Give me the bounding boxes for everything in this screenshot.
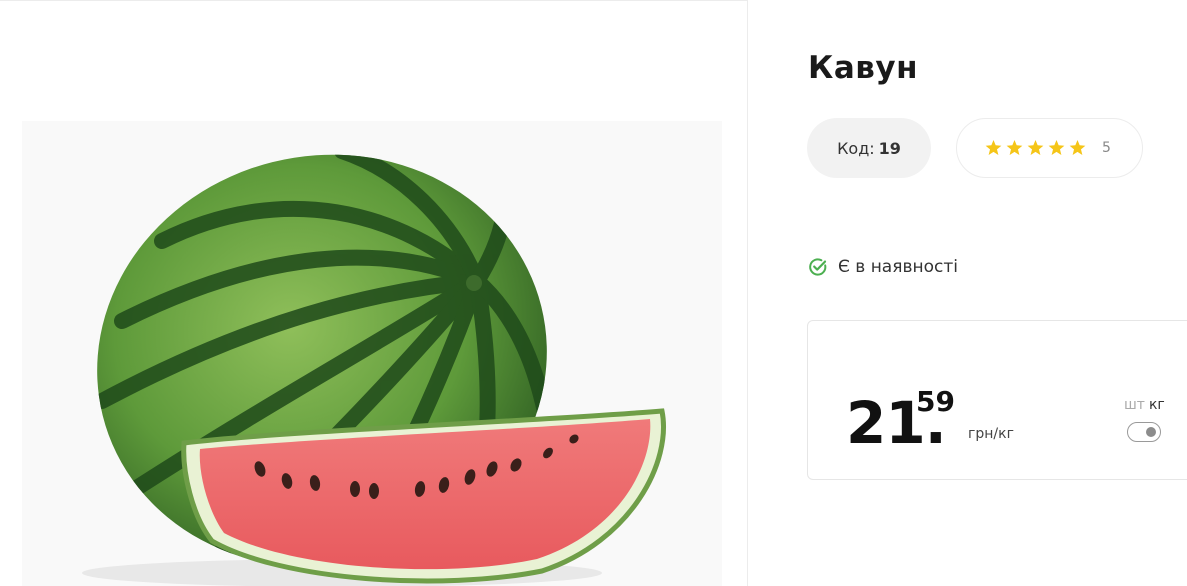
product-code-label: Код: bbox=[837, 138, 875, 158]
product-code-value: 19 bbox=[878, 138, 901, 158]
stock-status-text: Є в наявності bbox=[838, 257, 958, 277]
star-icon[interactable] bbox=[1027, 140, 1044, 156]
product-photo[interactable] bbox=[22, 121, 722, 586]
check-circle-icon bbox=[809, 258, 827, 276]
star-icon[interactable] bbox=[985, 140, 1002, 156]
star-icon[interactable] bbox=[1069, 140, 1086, 156]
unit-toggle[interactable] bbox=[1127, 422, 1161, 442]
product-title: Кавун bbox=[808, 50, 919, 86]
unit-toggle-knob bbox=[1146, 427, 1156, 437]
rating-count: 5 bbox=[1102, 140, 1111, 156]
star-icon[interactable] bbox=[1006, 140, 1023, 156]
unit-switch-labels: шт кг bbox=[1124, 397, 1165, 413]
rating-stars bbox=[985, 140, 1086, 156]
price-box: 21. 59 грн/кг шт кг bbox=[807, 320, 1187, 480]
star-icon[interactable] bbox=[1048, 140, 1065, 156]
unit-option-pcs[interactable]: шт bbox=[1124, 397, 1145, 413]
stock-status: Є в наявності bbox=[808, 257, 958, 277]
unit-option-kg[interactable]: кг bbox=[1149, 397, 1165, 413]
price-unit: грн/кг bbox=[968, 426, 1014, 442]
product-code-badge: Код: 19 bbox=[807, 118, 931, 178]
product-image-panel bbox=[0, 0, 748, 586]
price-decimal: 59 bbox=[916, 385, 955, 418]
rating-badge[interactable]: 5 bbox=[956, 118, 1143, 178]
